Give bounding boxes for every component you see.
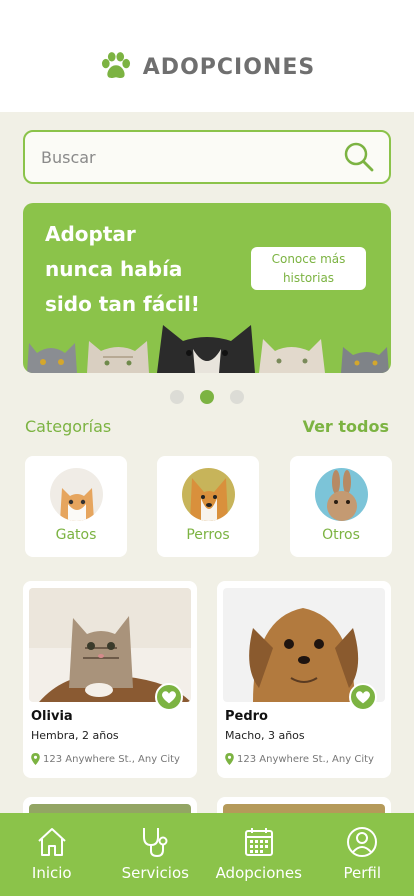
- user-icon: [347, 827, 378, 857]
- banner-headline: Adoptar nunca había sido tan fácil!: [45, 217, 225, 322]
- tab-inicio[interactable]: Inicio: [0, 813, 104, 896]
- carousel-dot-2[interactable]: [200, 390, 214, 404]
- tab-label: Inicio: [31, 864, 72, 882]
- bulldog-illustration: [157, 325, 255, 373]
- category-label-cats: Gatos: [55, 527, 97, 543]
- heart-icon: [162, 691, 176, 704]
- pet-description: Macho, 3 años: [225, 729, 305, 742]
- tab-label: Servicios: [121, 864, 189, 882]
- category-card-dogs[interactable]: Perros: [157, 456, 259, 557]
- pet-description: Hembra, 2 años: [31, 729, 119, 742]
- stories-button-line-2: historias: [282, 271, 335, 285]
- pet-card-olivia[interactable]: Olivia Hembra, 2 años 123 Anywhere St., …: [23, 581, 197, 778]
- tab-perfil[interactable]: Perfil: [311, 813, 414, 896]
- category-card-others[interactable]: Otros: [290, 456, 392, 557]
- carousel-dots: [0, 390, 414, 404]
- others-thumbnail: [315, 468, 368, 521]
- tab-adopciones[interactable]: Adopciones: [207, 813, 311, 896]
- category-card-cats[interactable]: Gatos: [25, 456, 127, 557]
- pet-location: 123 Anywhere St., Any City: [225, 753, 374, 765]
- promo-banner[interactable]: Adoptar nunca había sido tan fácil! Cono…: [23, 203, 391, 373]
- bottom-tab-bar: Inicio Servicios Adopciones Perfil: [0, 813, 414, 896]
- home-icon: [38, 828, 66, 856]
- carousel-dot-3[interactable]: [230, 390, 244, 404]
- tab-label: Adopciones: [215, 864, 302, 882]
- categories-title: Categorías: [25, 417, 112, 436]
- paw-icon: [101, 52, 130, 78]
- favorite-button[interactable]: [155, 683, 183, 711]
- pet-name: Olivia: [31, 709, 73, 724]
- tab-servicios[interactable]: Servicios: [104, 813, 208, 896]
- category-label-dogs: Perros: [186, 527, 230, 543]
- location-pin-icon: [225, 753, 234, 765]
- location-pin-icon: [31, 753, 40, 765]
- pet-name: Pedro: [225, 709, 268, 724]
- favorite-button[interactable]: [349, 683, 377, 711]
- app-title: ADOPCIONES: [142, 54, 316, 80]
- pet-location-text: 123 Anywhere St., Any City: [43, 753, 180, 765]
- search-icon[interactable]: [343, 141, 375, 173]
- carousel-dot-1[interactable]: [170, 390, 184, 404]
- grey-cat-illustration: [27, 343, 77, 373]
- pet-location-text: 123 Anywhere St., Any City: [237, 753, 374, 765]
- search-input[interactable]: [41, 147, 343, 167]
- dogs-thumbnail: [182, 468, 235, 521]
- pet-location: 123 Anywhere St., Any City: [31, 753, 180, 765]
- white-cat-illustration: [259, 339, 325, 373]
- tabby-cat-illustration: [87, 341, 149, 373]
- grey-cat-2-illustration: [341, 347, 389, 373]
- banner-line-1: Adoptar: [45, 222, 136, 246]
- app-header: ADOPCIONES: [0, 0, 414, 112]
- stories-button[interactable]: Conoce más historias: [251, 247, 366, 290]
- category-label-others: Otros: [322, 527, 360, 543]
- calendar-icon: [244, 828, 273, 856]
- stethoscope-icon: [143, 828, 168, 858]
- heart-icon: [356, 691, 370, 704]
- banner-pets-image: [27, 325, 389, 373]
- pet-card-pedro[interactable]: Pedro Macho, 3 años 123 Anywhere St., An…: [217, 581, 391, 778]
- cats-thumbnail: [50, 468, 103, 521]
- stories-button-line-1: Conoce más: [271, 252, 346, 266]
- banner-line-2: nunca había: [45, 257, 183, 281]
- tab-label: Perfil: [343, 864, 382, 882]
- see-all-link[interactable]: Ver todos: [303, 417, 389, 436]
- search-bar[interactable]: [23, 130, 391, 184]
